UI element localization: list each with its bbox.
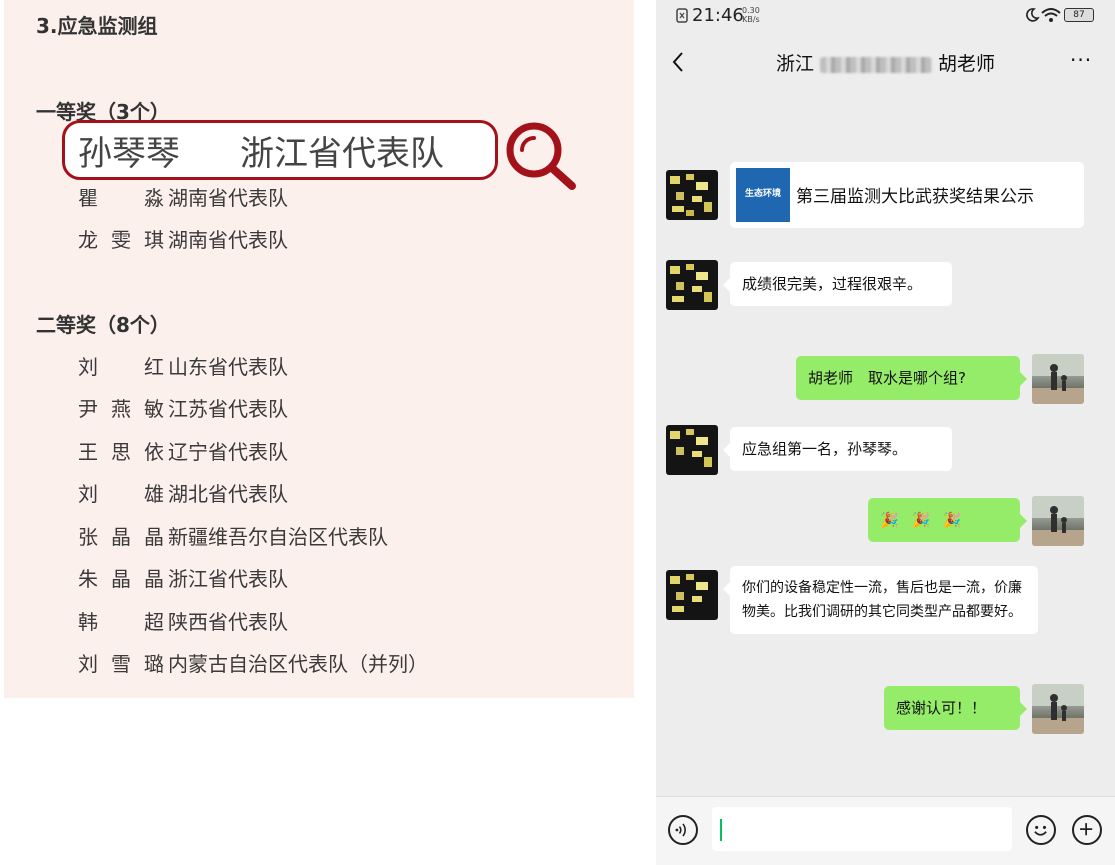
- winner-name: 尹燕敏: [78, 397, 164, 421]
- winner-team: 江苏省代表队: [168, 397, 288, 421]
- redacted-name: [820, 56, 933, 73]
- winner-team: 山东省代表队: [168, 355, 288, 379]
- network-rate: 0.30 KB/s: [742, 6, 760, 24]
- rate-unit: KB/s: [742, 15, 760, 24]
- avatar[interactable]: [1032, 684, 1084, 734]
- winner-team: 湖北省代表队: [168, 482, 288, 506]
- list-item: 尹燕敏 江苏省代表队: [78, 393, 288, 422]
- message-bubble[interactable]: 感谢认可！！: [884, 686, 1027, 730]
- section-title: 3.应急监测组: [36, 14, 158, 38]
- highlight-team: 浙江省代表队: [240, 134, 444, 174]
- rate-value: 0.30: [742, 6, 760, 15]
- chat-header: 浙江 胡老师 ···: [656, 40, 1115, 84]
- avatar[interactable]: [1032, 354, 1084, 404]
- winner-name: 刘 红: [78, 355, 164, 379]
- list-item: 刘 雄湖北省代表队: [78, 478, 288, 507]
- winner-name: 王思依: [78, 440, 164, 464]
- avatar[interactable]: [666, 425, 718, 475]
- winner-team: 湖南省代表队: [168, 186, 288, 210]
- message-input[interactable]: [712, 807, 1012, 851]
- message-bubble[interactable]: 🎉 🎉 🎉: [868, 498, 1027, 542]
- input-bar: [656, 796, 1115, 865]
- card-title: 第三届监测大比武获奖结果公示: [796, 187, 1034, 207]
- chat-title: 浙江 胡老师: [776, 49, 995, 76]
- title-prefix: 浙江: [776, 53, 815, 75]
- avatar[interactable]: [666, 260, 718, 310]
- screenshot-root: 3.应急监测组 一等奖（3个） 孙琴琴 浙江省代表队 瞿 淼湖南省代表队 龙雯琪…: [0, 0, 1115, 865]
- second-prize-heading: 二等奖（8个）: [36, 313, 170, 337]
- winner-name: 刘 雄: [78, 482, 164, 506]
- winner-team: 新疆维吾尔自治区代表队: [168, 525, 388, 549]
- avatar[interactable]: [1032, 496, 1084, 546]
- emoji-icon[interactable]: [1026, 815, 1056, 845]
- list-item: 张晶晶 新疆维吾尔自治区代表队: [78, 521, 388, 550]
- winner-name: 刘雪璐: [78, 652, 164, 676]
- list-item: 王思依 辽宁省代表队: [78, 436, 288, 465]
- status-bar: 21:46 0.30 KB/s 87: [656, 0, 1115, 32]
- winner-team: 辽宁省代表队: [168, 440, 288, 464]
- wifi-icon: [1041, 8, 1061, 22]
- message-bubble[interactable]: 你们的设备稳定性一流，售后也是一流，价廉物美。比我们调研的其它同类型产品都要好。: [723, 566, 1038, 634]
- avatar[interactable]: [666, 570, 718, 620]
- list-item: 刘雪璐 内蒙古自治区代表队（并列）: [78, 648, 428, 677]
- message-bubble[interactable]: 成绩很完美，过程很艰辛。: [723, 262, 952, 306]
- winner-name: 龙雯琪: [78, 228, 164, 252]
- article-card[interactable]: 生态环境 第三届监测大比武获奖结果公示: [730, 162, 1084, 228]
- clock: 21:46: [692, 5, 744, 26]
- award-document: 3.应急监测组 一等奖（3个） 孙琴琴 浙江省代表队 瞿 淼湖南省代表队 龙雯琪…: [4, 0, 634, 698]
- voice-icon[interactable]: [668, 815, 698, 845]
- back-icon[interactable]: [670, 50, 686, 74]
- chat-screen: 21:46 0.30 KB/s 87 浙江 胡老师 ··· 生态环境 第三届监测大比…: [656, 0, 1115, 865]
- winner-team: 浙江省代表队: [168, 567, 288, 591]
- moon-icon: [1026, 8, 1040, 22]
- message-bubble[interactable]: 应急组第一名，孙琴琴。: [723, 427, 952, 471]
- magnifier-icon: [506, 122, 576, 190]
- winner-name: 韩 超: [78, 610, 164, 634]
- more-button[interactable]: ···: [1070, 48, 1092, 72]
- winner-team: 陕西省代表队: [168, 610, 288, 634]
- list-item: 韩 超陕西省代表队: [78, 606, 288, 635]
- list-item: 龙雯琪 湖南省代表队: [78, 224, 288, 253]
- winner-name: 瞿 淼: [78, 186, 164, 210]
- card-thumbnail: 生态环境: [736, 168, 790, 222]
- avatar[interactable]: [666, 170, 718, 220]
- winner-name: 朱晶晶: [78, 567, 164, 591]
- text-caret: [720, 819, 722, 841]
- winner-name: 张晶晶: [78, 525, 164, 549]
- battery-indicator: 87: [1064, 8, 1094, 22]
- winner-team: 湖南省代表队: [168, 228, 288, 252]
- sim-icon: [676, 8, 688, 23]
- list-item: 刘 红山东省代表队: [78, 351, 288, 380]
- winner-team: 内蒙古自治区代表队（并列）: [168, 652, 428, 676]
- list-item: 朱晶晶 浙江省代表队: [78, 563, 288, 592]
- list-item: 瞿 淼湖南省代表队: [78, 182, 288, 211]
- highlight-name: 孙琴琴: [78, 134, 180, 174]
- title-contact: 胡老师: [938, 53, 996, 75]
- message-bubble[interactable]: 胡老师 取水是哪个组?: [796, 356, 1027, 400]
- plus-icon[interactable]: [1072, 815, 1102, 845]
